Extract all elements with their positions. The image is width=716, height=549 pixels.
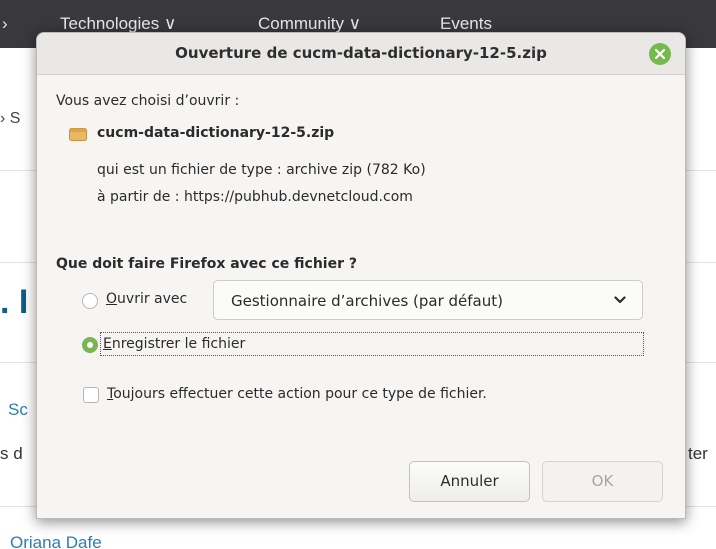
source-row: à partir de : https://pubhub.devnetcloud… — [97, 189, 413, 205]
ok-button[interactable]: OK — [542, 461, 663, 502]
file-type-value: archive zip (782 Ko) — [286, 162, 426, 178]
question-heading: Que doit faire Firefox avec ce fichier ? — [56, 256, 357, 272]
cancel-button[interactable]: Annuler — [409, 461, 530, 502]
dialog-title: Ouverture de cucm-data-dictionary-12-5.z… — [175, 44, 547, 62]
application-select-value: Gestionnaire d’archives (par défaut) — [231, 292, 503, 310]
save-file-mnemonic: E — [103, 336, 112, 352]
dialog-titlebar[interactable]: Ouverture de cucm-data-dictionary-12-5.z… — [37, 33, 685, 75]
open-with-label-text: uvrir avec — [117, 291, 188, 307]
bg-text-fragment: ter — [688, 444, 708, 463]
nav-item-community[interactable]: Community ∨ — [258, 14, 361, 34]
save-file-label: Enregistrer le fichier — [103, 336, 245, 352]
bg-link-fragment: Sc — [8, 400, 28, 419]
chevron-down-icon — [614, 296, 626, 304]
open-with-radio[interactable] — [82, 293, 98, 309]
save-file-label-text: nregistrer le fichier — [111, 336, 246, 352]
bg-link-fragment: Oriana Dafe — [10, 533, 102, 549]
file-type-label: qui est un fichier de type : — [97, 162, 282, 178]
nav-chevron-fragment: › — [2, 14, 8, 33]
bg-text-fragment: › S — [0, 110, 21, 127]
save-file-option[interactable]: Enregistrer le fichier — [100, 332, 644, 356]
bg-text-fragment: s d — [0, 444, 23, 463]
always-do-checkbox[interactable] — [83, 387, 99, 403]
always-do-label-text: oujours effectuer cette action pour ce t… — [113, 386, 487, 402]
source-label: à partir de : — [97, 189, 180, 205]
bg-heading-fragment: . I — [0, 283, 29, 321]
intro-label: Vous avez choisi d’ouvrir : — [56, 93, 240, 109]
open-with-label[interactable]: Ouvrir avec — [106, 291, 187, 307]
open-with-mnemonic: O — [106, 291, 118, 307]
close-button[interactable] — [649, 43, 671, 65]
nav-item-technologies[interactable]: Technologies ∨ — [60, 14, 176, 34]
save-file-radio[interactable] — [82, 337, 98, 353]
source-value: https://pubhub.devnetcloud.com — [183, 189, 413, 205]
always-do-label[interactable]: Toujours effectuer cette action pour ce … — [107, 386, 487, 402]
archive-file-icon — [69, 128, 87, 141]
application-select[interactable]: Gestionnaire d’archives (par défaut) — [213, 280, 643, 320]
download-dialog: Ouverture de cucm-data-dictionary-12-5.z… — [36, 32, 686, 519]
nav-item-events[interactable]: Events — [440, 14, 492, 34]
file-type-row: qui est un fichier de type : archive zip… — [97, 162, 426, 178]
file-name: cucm-data-dictionary-12-5.zip — [97, 125, 335, 141]
close-icon — [654, 48, 666, 60]
